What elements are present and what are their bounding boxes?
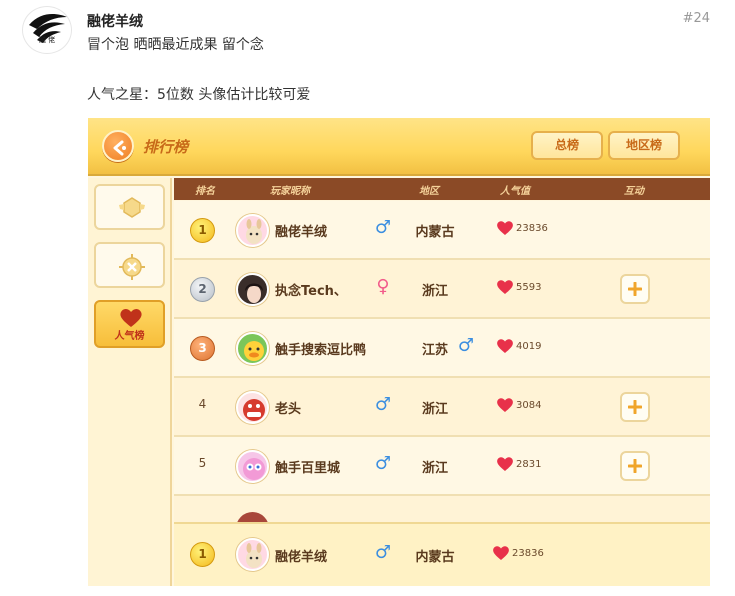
plus-icon bbox=[627, 281, 643, 297]
leaderboard-title: 排行榜 bbox=[143, 138, 189, 156]
ranking-sidebar: 人气榜 bbox=[88, 178, 172, 586]
male-icon: ♂ bbox=[374, 394, 392, 415]
girl-photo-avatar-icon bbox=[245, 283, 263, 303]
user-avatar[interactable]: 融 佬 bbox=[22, 6, 72, 54]
my-player-name: 融佬羊绒 bbox=[275, 550, 328, 565]
rank-number: 4 bbox=[198, 397, 207, 411]
heart-icon bbox=[497, 457, 513, 471]
avatar-logo-text: 融 佬 bbox=[38, 36, 56, 44]
player-avatar[interactable] bbox=[236, 450, 269, 483]
back-arrow-icon bbox=[113, 140, 126, 156]
table-row[interactable]: 1 融佬羊绒 ♂ 内蒙古 23836 bbox=[174, 201, 710, 260]
player-region: 浙江 bbox=[421, 284, 448, 299]
table-row[interactable]: 2 执念Tech、 ♀ 浙江 5593 bbox=[174, 260, 710, 319]
sidebar-popularity-ranking[interactable]: 人气榜 bbox=[94, 300, 165, 348]
post-username[interactable]: 融佬羊绒 bbox=[87, 11, 143, 31]
col-region: 地区 bbox=[419, 186, 439, 197]
plus-icon bbox=[627, 399, 643, 415]
table-row[interactable]: 5 触手百里城 ♂ 浙江 2831 bbox=[174, 437, 710, 496]
player-region: 浙江 bbox=[421, 402, 448, 417]
tab-region-ranking[interactable]: 地区榜 bbox=[608, 131, 680, 160]
pink-creature-avatar-icon bbox=[243, 458, 265, 480]
popularity-value: 5593 bbox=[516, 282, 542, 293]
sidebar-rank-type-2[interactable] bbox=[94, 242, 165, 288]
heart-icon bbox=[497, 221, 513, 235]
player-region: 江苏 bbox=[421, 343, 448, 358]
add-friend-button[interactable] bbox=[620, 274, 650, 304]
gold-medal-icon: 1 bbox=[190, 542, 215, 567]
female-icon: ♀ bbox=[376, 276, 390, 297]
male-icon: ♂ bbox=[374, 217, 392, 238]
heart-icon bbox=[120, 309, 142, 327]
rank-number: 5 bbox=[198, 456, 207, 470]
player-avatar[interactable] bbox=[236, 391, 269, 424]
table-header: 排名 玩家昵称 地区 人气值 互动 bbox=[174, 178, 710, 200]
male-icon: ♂ bbox=[374, 542, 392, 563]
my-avatar[interactable] bbox=[236, 538, 269, 571]
player-avatar[interactable] bbox=[236, 273, 269, 306]
table-row[interactable]: 4 老头 ♂ 浙江 3084 bbox=[174, 378, 710, 437]
alpaca-avatar-icon bbox=[246, 219, 262, 244]
popularity-value: 2831 bbox=[516, 459, 542, 470]
post-text-line2: 人气之星：5位数 头像估计比较可爱 bbox=[87, 87, 311, 103]
game-leaderboard-screenshot: 排行榜 总榜 地区榜 人气榜 排名 玩家昵称 地区 人气值 互动 1 融佬羊绒 … bbox=[88, 118, 710, 586]
plus-icon bbox=[627, 458, 643, 474]
heart-icon bbox=[497, 339, 513, 353]
col-interact: 互动 bbox=[624, 186, 644, 197]
col-rank: 排名 bbox=[195, 186, 215, 197]
sidebar-rank-type-1[interactable] bbox=[94, 184, 165, 230]
duck-avatar-icon bbox=[244, 341, 264, 361]
col-popularity: 人气值 bbox=[500, 186, 530, 197]
leaderboard-topbar: 排行榜 总榜 地区榜 bbox=[88, 118, 710, 176]
heart-icon bbox=[497, 280, 513, 294]
gold-medal-icon: 1 bbox=[190, 218, 215, 243]
heart-icon bbox=[497, 398, 513, 412]
table-row[interactable]: 3 触手搜索逗比鸭 ♂ 江苏 4019 bbox=[174, 319, 710, 378]
player-name: 融佬羊绒 bbox=[275, 225, 328, 240]
male-icon: ♂ bbox=[374, 453, 392, 474]
my-rank-row[interactable]: 1 融佬羊绒 ♂ 内蒙古 23836 bbox=[174, 522, 710, 586]
heart-icon bbox=[493, 546, 509, 560]
popularity-value: 23836 bbox=[516, 223, 548, 234]
sidebar-popularity-label: 人气榜 bbox=[114, 331, 145, 342]
player-name: 触手百里城 bbox=[275, 461, 341, 476]
post-floor-number: #24 bbox=[682, 11, 710, 26]
my-region: 内蒙古 bbox=[415, 550, 455, 565]
red-monster-avatar-icon bbox=[243, 399, 265, 421]
popularity-value: 4019 bbox=[516, 341, 542, 352]
player-region: 内蒙古 bbox=[415, 225, 455, 240]
wings-badge-icon bbox=[119, 197, 145, 218]
bronze-medal-icon: 3 bbox=[190, 336, 215, 361]
add-friend-button[interactable] bbox=[620, 392, 650, 422]
popularity-value: 3084 bbox=[516, 400, 542, 411]
silver-medal-icon: 2 bbox=[190, 277, 215, 302]
col-nickname: 玩家昵称 bbox=[270, 186, 310, 197]
player-name: 触手搜索逗比鸭 bbox=[275, 343, 367, 358]
post-text-line1: 冒个泡 晒晒最近成果 留个念 bbox=[87, 37, 264, 53]
alpaca-avatar-icon bbox=[246, 543, 262, 568]
player-avatar[interactable] bbox=[236, 214, 269, 247]
tab-total-ranking[interactable]: 总榜 bbox=[531, 131, 603, 160]
player-avatar[interactable] bbox=[236, 332, 269, 365]
add-friend-button[interactable] bbox=[620, 451, 650, 481]
back-button[interactable] bbox=[102, 130, 134, 162]
my-popularity-value: 23836 bbox=[512, 548, 544, 559]
crosshair-badge-icon bbox=[119, 254, 145, 280]
brand-logo-icon bbox=[29, 14, 67, 43]
player-name: 执念Tech、 bbox=[275, 284, 347, 299]
player-name: 老头 bbox=[275, 402, 302, 417]
player-region: 浙江 bbox=[421, 461, 448, 476]
